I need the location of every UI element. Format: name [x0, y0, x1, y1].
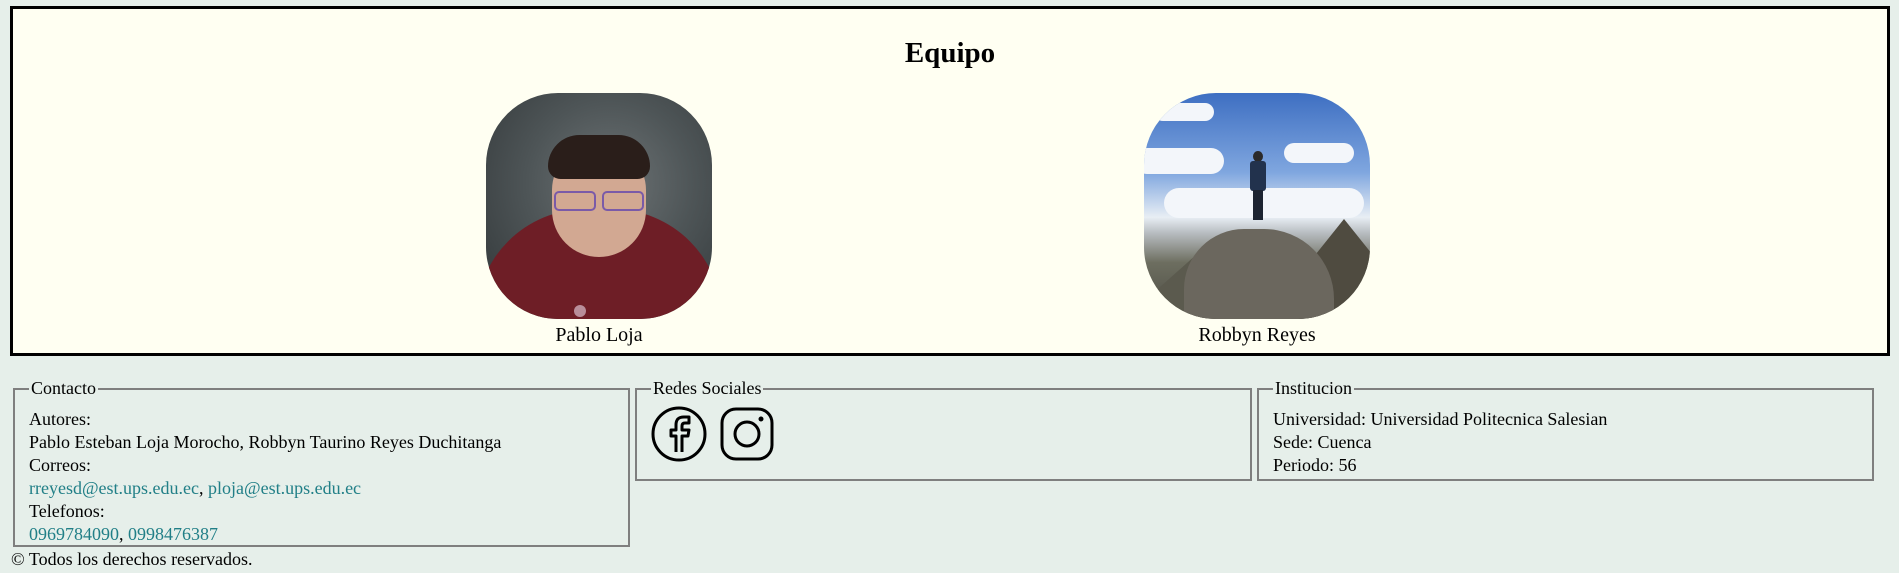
- team-section: Equipo Pablo Loja Robbyn Reyes: [10, 6, 1890, 356]
- pablo-photo: [486, 93, 712, 319]
- university-text: Universidad: Universidad Politecnica Sal…: [1273, 409, 1608, 429]
- copyright-text: © Todos los derechos reservados.: [11, 549, 253, 569]
- period-text: Periodo: 56: [1273, 455, 1357, 475]
- member-name: Robbyn Reyes: [1198, 324, 1316, 346]
- authors-names: Pablo Esteban Loja Morocho, Robbyn Tauri…: [29, 432, 502, 452]
- team-member-pablo: Pablo Loja: [486, 93, 712, 347]
- authors-label: Autores:: [29, 409, 91, 429]
- contact-legend: Contacto: [31, 378, 96, 398]
- institution-legend: Institucion: [1275, 378, 1352, 398]
- team-member-robbyn: Robbyn Reyes: [1144, 93, 1370, 347]
- member-name: Pablo Loja: [555, 324, 643, 346]
- email-link-rreyesd[interactable]: rreyesd@est.ups.edu.ec: [29, 478, 199, 498]
- phones-label: Telefonos:: [29, 501, 105, 521]
- social-fieldset: Redes Sociales: [635, 377, 1252, 481]
- facebook-icon[interactable]: [651, 406, 707, 462]
- phones-line: 0969784090, 0998476387: [29, 524, 218, 544]
- email-link-ploja[interactable]: ploja@est.ups.edu.ec: [208, 478, 361, 498]
- instagram-icon[interactable]: [719, 406, 775, 462]
- social-legend: Redes Sociales: [653, 378, 762, 398]
- emails-line: rreyesd@est.ups.edu.ec, ploja@est.ups.ed…: [29, 478, 362, 498]
- contact-fieldset: Contacto Autores: Pablo Esteban Loja Mor…: [13, 377, 630, 547]
- institution-fieldset: Institucion Universidad: Universidad Pol…: [1257, 377, 1874, 481]
- emails-label: Correos:: [29, 455, 91, 475]
- phone-link-1[interactable]: 0969784090: [29, 524, 119, 544]
- campus-text: Sede: Cuenca: [1273, 432, 1372, 452]
- robbyn-photo: [1144, 93, 1370, 319]
- phone-link-2[interactable]: 0998476387: [128, 524, 218, 544]
- team-title: Equipo: [904, 37, 996, 69]
